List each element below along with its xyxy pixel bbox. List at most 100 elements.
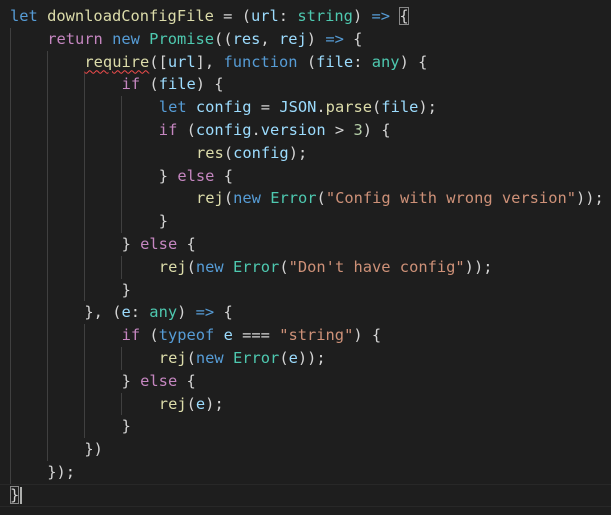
code-token: >	[325, 121, 354, 139]
indent-guide	[121, 119, 122, 142]
indent-guide	[47, 73, 48, 97]
code-line[interactable]: rej(new Error("Config with wrong version…	[0, 187, 611, 211]
code-line[interactable]: let downloadConfigFile = (url: string) =…	[0, 5, 611, 28]
indent-guide	[47, 96, 48, 119]
indent-guide	[10, 369, 11, 393]
indent-guide	[47, 392, 48, 416]
code-line[interactable]: }	[0, 483, 611, 507]
code-token: Error	[232, 257, 280, 276]
indent-guide	[121, 96, 122, 119]
code-token: }	[158, 212, 169, 231]
indent-guide	[84, 278, 85, 302]
code-line[interactable]: rej(new Error(e));	[0, 347, 611, 370]
code-token: (	[372, 98, 382, 117]
indent-guide	[10, 210, 11, 233]
indent-guide	[47, 438, 48, 461]
indent-guide	[10, 415, 11, 439]
code-line[interactable]: return new Promise((res, rej) => {	[0, 27, 611, 51]
code-line[interactable]: } else {	[0, 233, 611, 256]
code-token: {	[214, 166, 233, 185]
indent-guide	[47, 50, 48, 74]
code-line[interactable]: }	[0, 415, 611, 439]
code-line[interactable]: if (typeof e === "string") {	[0, 324, 611, 347]
code-token: :	[278, 7, 298, 25]
code-token: = (	[213, 7, 251, 25]
code-token: rej	[158, 394, 187, 413]
code-text: } else {	[122, 370, 196, 393]
indent-guide	[84, 210, 85, 233]
code-text: if (file) {	[122, 73, 224, 96]
code-token: (	[186, 349, 196, 367]
code-token: rej	[158, 349, 187, 367]
indent-guide	[121, 347, 122, 370]
code-text: }	[10, 484, 20, 507]
code-token: res	[196, 143, 224, 162]
code-token: {	[177, 371, 196, 390]
code-line[interactable]: require([url], function (file: any) {	[0, 50, 611, 74]
indent-guide	[10, 96, 11, 119]
code-token: config	[195, 121, 252, 139]
code-text: rej(new Error("Don't have config"));	[159, 256, 493, 279]
code-line[interactable]: } else {	[0, 369, 611, 393]
code-text: res(config);	[196, 142, 307, 165]
code-token: );	[418, 98, 437, 117]
indent-guide	[47, 415, 48, 439]
indent-guide	[10, 27, 11, 51]
code-token: rej	[196, 189, 224, 208]
code-token: rej	[158, 257, 187, 276]
error-underlined-token: require	[84, 52, 150, 71]
code-text: rej(new Error(e));	[159, 347, 326, 370]
code-token: );	[288, 143, 308, 162]
code-token: e	[195, 394, 206, 413]
code-line[interactable]: } else {	[0, 164, 611, 188]
code-token: :	[353, 52, 372, 71]
indent-guide	[47, 324, 48, 347]
code-text: } else {	[159, 165, 233, 188]
code-token: ) {	[362, 121, 391, 139]
code-line[interactable]: let config = JSON.parse(file);	[0, 96, 611, 119]
code-line[interactable]: }	[0, 210, 611, 233]
code-token: ));	[576, 189, 604, 208]
indent-guide	[10, 392, 11, 416]
code-token: else	[140, 371, 178, 390]
code-token: "string"	[279, 326, 354, 345]
code-line[interactable]: if (file) {	[0, 73, 611, 97]
indent-guide	[47, 278, 48, 302]
indent-guide	[47, 141, 48, 165]
code-line[interactable]: rej(e);	[0, 392, 611, 416]
code-line[interactable]: rej(new Error("Don't have config"));	[0, 255, 611, 279]
code-token: JSON	[279, 98, 317, 117]
code-editor[interactable]: let downloadConfigFile = (url: string) =…	[0, 0, 611, 515]
current-line-highlight	[0, 483, 611, 507]
indent-guide	[10, 324, 11, 347]
indent-guide	[10, 187, 11, 211]
code-token: any	[371, 52, 400, 71]
code-token: ],	[195, 52, 224, 71]
code-token: Promise	[149, 29, 215, 48]
code-token: string	[297, 7, 353, 25]
code-token: (	[316, 189, 326, 208]
code-token: file	[316, 52, 354, 71]
code-token: }	[121, 371, 141, 390]
code-line[interactable]: });	[0, 461, 611, 484]
code-line[interactable]: }	[0, 278, 611, 302]
code-line[interactable]: })	[0, 438, 611, 461]
code-token: (	[223, 189, 234, 208]
code-token: {	[214, 303, 233, 322]
indent-guide	[84, 73, 85, 97]
code-token: let	[158, 98, 187, 117]
code-line[interactable]: }, (e: any) => {	[0, 301, 611, 325]
code-token: 3	[353, 121, 363, 139]
code-line[interactable]: res(config);	[0, 141, 611, 165]
code-token: new	[195, 257, 224, 276]
indent-guide	[84, 369, 85, 393]
indent-guide	[47, 369, 48, 393]
code-token: )	[177, 303, 196, 322]
code-token: }, (	[84, 303, 122, 322]
code-line[interactable]: if (config.version > 3) {	[0, 119, 611, 142]
code-token: (	[140, 75, 159, 94]
